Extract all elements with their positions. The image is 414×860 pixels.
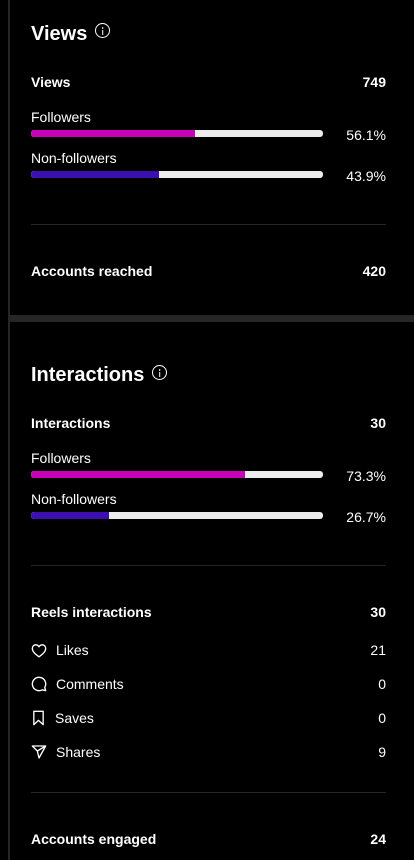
likes-label: Likes [56,642,89,658]
divider [31,224,386,225]
reels-interactions-value: 30 [370,604,386,620]
accounts-reached-row: Accounts reached 420 [31,263,386,279]
section-separator [10,315,414,322]
interactions-nonfollowers-label: Non-followers [31,491,117,507]
interactions-nonfollowers-bar [31,512,323,519]
comments-row: Comments 0 [31,676,386,692]
views-title-text: Views [31,23,88,45]
interactions-followers-label: Followers [31,450,91,466]
views-total-value: 749 [362,74,386,90]
views-followers-label: Followers [31,109,91,125]
interactions-total-value: 30 [370,415,386,431]
views-total-label: Views [31,74,71,90]
views-nonfollowers-label: Non-followers [31,150,117,166]
info-icon[interactable] [152,365,168,380]
saves-value: 0 [378,710,386,726]
divider [31,792,386,793]
share-icon [31,745,47,759]
views-title: Views [31,23,111,46]
views-followers-percent: 56.1% [346,127,386,143]
interactions-nonfollowers-percent: 26.7% [346,509,386,525]
interactions-total-row: Interactions 30 [31,415,386,431]
accounts-engaged-row: Accounts engaged 24 [31,831,386,847]
accounts-engaged-value: 24 [370,831,386,847]
views-followers-bar [31,130,323,137]
shares-value: 9 [378,744,386,760]
info-icon[interactable] [95,23,111,38]
interactions-nonfollowers-bar-fill [31,512,109,519]
saves-label: Saves [55,710,94,726]
bookmark-icon [33,710,44,726]
shares-label: Shares [56,744,101,760]
interactions-title-text: Interactions [31,364,145,386]
interactions-followers-bar [31,471,323,478]
likes-row: Likes 21 [31,642,386,658]
divider [31,565,386,566]
reels-interactions-label: Reels interactions [31,604,152,620]
accounts-reached-label: Accounts reached [31,263,153,279]
comments-label: Comments [56,676,124,692]
views-total-row: Views 749 [31,74,386,90]
heart-icon [31,643,47,657]
views-followers-bar-fill [31,130,195,137]
reels-interactions-row: Reels interactions 30 [31,604,386,620]
likes-value: 21 [370,642,386,658]
accounts-reached-value: 420 [362,263,386,279]
left-border [8,0,10,860]
interactions-title: Interactions [31,364,168,387]
comments-value: 0 [378,676,386,692]
shares-row: Shares 9 [31,744,386,760]
interactions-followers-percent: 73.3% [346,468,386,484]
views-nonfollowers-bar [31,171,323,178]
saves-row: Saves 0 [31,710,386,726]
views-nonfollowers-bar-fill [31,171,160,178]
interactions-total-label: Interactions [31,415,111,431]
accounts-engaged-label: Accounts engaged [31,831,157,847]
views-nonfollowers-percent: 43.9% [346,168,386,184]
comment-icon [31,676,47,692]
interactions-followers-bar-fill [31,471,246,478]
